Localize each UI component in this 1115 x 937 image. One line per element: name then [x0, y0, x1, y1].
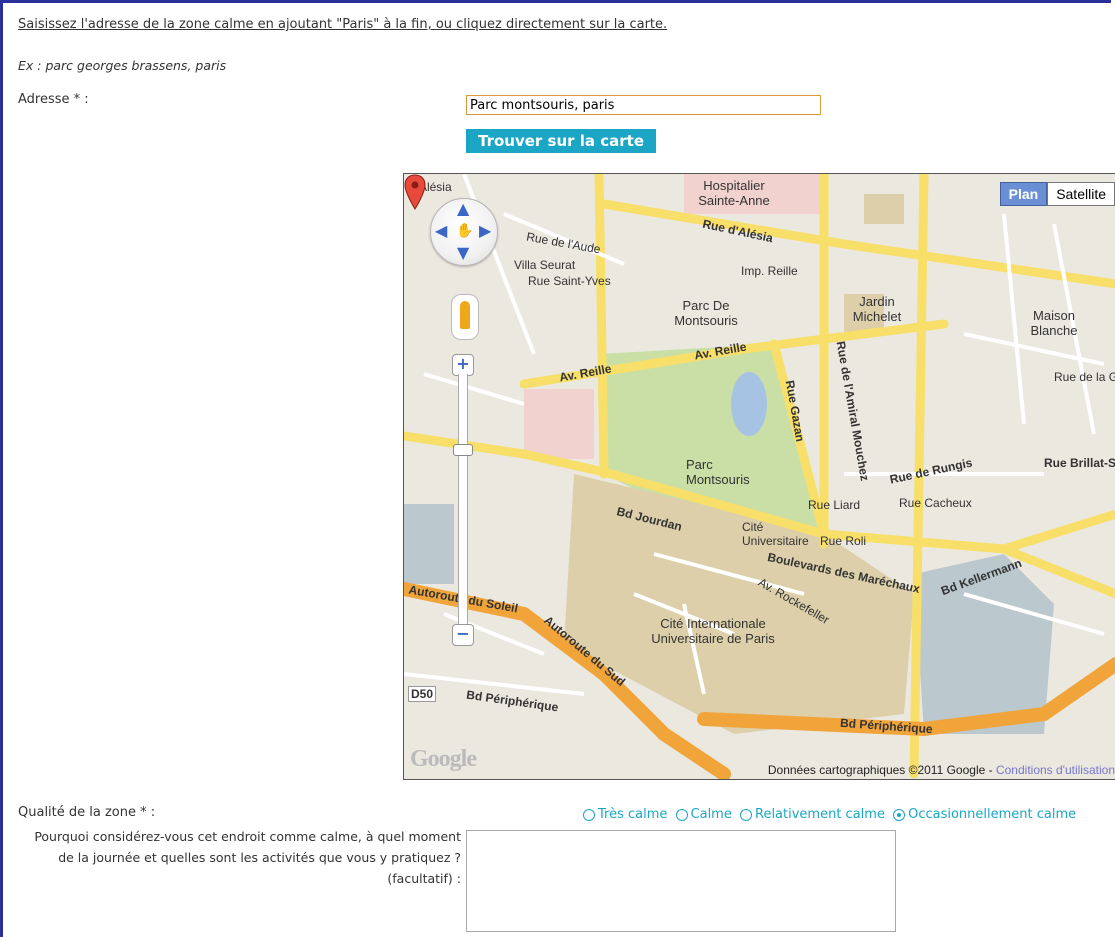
quality-option-tres-calme[interactable]: Très calme — [583, 807, 667, 822]
map-type-plan[interactable]: Plan — [999, 182, 1048, 206]
google-logo: Google — [410, 746, 477, 772]
map-marker-icon[interactable] — [404, 174, 426, 210]
map-type-satellite[interactable]: Satellite — [1047, 182, 1115, 206]
radio-icon[interactable] — [583, 808, 595, 821]
zoom-slider-track[interactable] — [458, 374, 468, 629]
map-type-control: Plan Satellite — [999, 182, 1115, 206]
map-label: Rue Saint-Yves — [528, 274, 611, 288]
pan-left-icon[interactable]: ◀ — [435, 223, 447, 239]
radio-icon[interactable] — [675, 808, 688, 821]
quality-label: Qualité de la zone * : — [18, 805, 156, 820]
quality-option-relativement-calme[interactable]: Relativement calme — [740, 807, 885, 822]
map-label: Rue Liard — [808, 498, 861, 512]
quality-option-occasionnellement-calme[interactable]: Occasionnellement calme — [893, 807, 1076, 822]
pan-up-icon[interactable]: ▲ — [457, 201, 469, 217]
pegman-icon[interactable] — [451, 294, 479, 340]
quality-radio-group: Très calme Calme Relativement calme Occa… — [583, 807, 1080, 825]
map-label: Rue Cacheux — [899, 496, 972, 510]
pan-down-icon[interactable]: ▼ — [457, 245, 469, 261]
quality-option-label: Calme — [690, 807, 732, 822]
zoom-slider-thumb[interactable] — [453, 444, 473, 456]
map-label: Cité Internationale Universitaire de Par… — [651, 616, 775, 646]
zoom-control[interactable]: + − — [452, 354, 474, 649]
map-copyright: Données cartographiques ©2011 Google - C… — [768, 763, 1115, 777]
why-label: Pourquoi considérez-vous cet endroit com… — [34, 829, 461, 886]
map-label: Cité Universitaire — [742, 520, 809, 548]
find-on-map-button[interactable]: Trouver sur la carte — [466, 129, 656, 153]
map-label: Hospitalier Sainte-Anne — [698, 178, 770, 208]
radio-icon[interactable] — [740, 808, 752, 821]
why-textarea[interactable] — [466, 830, 896, 932]
marker-label: Parc Montsouris — [686, 457, 750, 487]
pan-right-icon[interactable]: ▶ — [479, 223, 491, 239]
quality-option-label: Relativement calme — [755, 807, 885, 822]
quality-option-label: Très calme — [598, 807, 668, 822]
pan-control-icon[interactable]: ▲ ▼ ◀ ▶ ✋ — [430, 198, 498, 266]
map-label: Parc De Montsouris — [674, 298, 738, 328]
address-label: Adresse * : — [18, 92, 89, 107]
map-label: D50 — [408, 686, 437, 702]
map-view[interactable]: d'Alésia Hospitalier Sainte-Anne Rue d'A… — [403, 173, 1115, 780]
example-text: Ex : parc georges brassens, paris — [18, 58, 227, 73]
map-label: Jardin Michelet — [852, 294, 902, 324]
map-label: Rue Brillat-S — [1044, 456, 1115, 470]
quality-option-calme[interactable]: Calme — [675, 807, 732, 822]
zoom-out-button[interactable]: − — [452, 624, 474, 646]
radio-selected-icon[interactable] — [893, 808, 906, 821]
terms-link[interactable]: Conditions d'utilisation — [996, 763, 1115, 777]
map-label: Maison Blanche — [1030, 308, 1078, 338]
copyright-text: Données cartographiques ©2011 Google - — [767, 763, 996, 777]
hand-icon: ✋ — [456, 223, 474, 239]
map-label: Villa Seurat — [514, 258, 576, 272]
zoom-in-button[interactable]: + — [452, 354, 474, 376]
address-input[interactable] — [466, 95, 821, 115]
instructions-text: Saisissez l'adresse de la zone calme en … — [18, 17, 668, 32]
quality-option-label: Occasionnellement calme — [908, 807, 1077, 822]
map-label: Rue Roli — [820, 534, 867, 548]
map-label: Imp. Reille — [741, 264, 798, 278]
map-label: Rue de la G — [1054, 370, 1115, 384]
